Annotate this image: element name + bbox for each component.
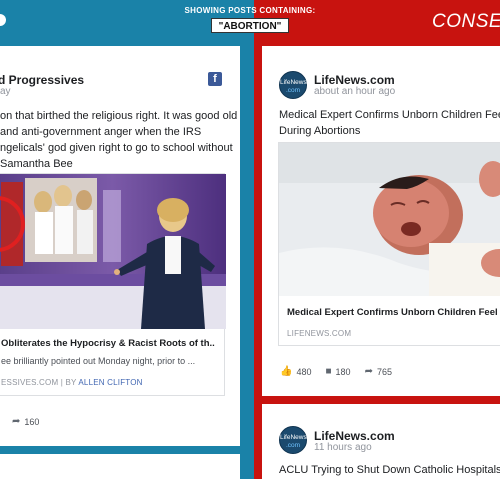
link-preview[interactable]: Medical Expert Confirms Unborn Children …	[278, 142, 500, 346]
share-count: 765	[376, 366, 392, 377]
post-timestamp[interactable]: about an hour ago	[314, 86, 395, 97]
post-source-name[interactable]: d Progressives	[0, 73, 84, 87]
comment-count: 180	[335, 366, 351, 377]
shares-stat[interactable]: ➦ 160	[12, 416, 39, 427]
next-liberal-card	[0, 454, 240, 479]
post-text-line: Samantha Bee	[0, 158, 73, 170]
post-text: ACLU Trying to Shut Down Catholic Hospit…	[279, 464, 500, 476]
avatar-label: LifeNews	[280, 434, 307, 441]
link-domain-text: ESSIVES.COM	[1, 378, 59, 387]
comment-icon: ■	[325, 366, 332, 377]
avatar-suffix: .com	[285, 87, 301, 94]
link-by-label: | BY	[60, 378, 77, 387]
lifenews-avatar[interactable]: LifeNews .com	[279, 71, 307, 99]
post-text: Medical Expert Confirms Unborn Children …	[279, 107, 500, 139]
post-stats: ➦ 160	[12, 416, 53, 427]
post-stats: 👍 480 ■ 180 ➦ 765	[280, 366, 406, 377]
comments-stat[interactable]: ■ 180	[325, 366, 350, 377]
avatar-suffix: .com	[285, 442, 301, 449]
post-source-name[interactable]: LifeNews.com	[314, 429, 395, 443]
link-title[interactable]: Medical Expert Confirms Unborn Children …	[287, 307, 500, 318]
liberal-post-card: d Progressives ay f on that birthed the …	[0, 46, 240, 446]
post-text: on that birthed the religious right. It …	[0, 108, 238, 172]
share-icon: ➦	[364, 366, 373, 377]
post-timestamp[interactable]: ay	[0, 86, 11, 97]
search-term-badge: "ABORTION"	[211, 18, 289, 33]
conservative-column-title: CONSER	[432, 11, 500, 32]
shares-stat[interactable]: ➦ 765	[365, 366, 392, 377]
conservative-post-card: LifeNews .com LifeNews.com 11 hours ago …	[262, 404, 500, 479]
post-timestamp[interactable]: 11 hours ago	[314, 442, 372, 453]
likes-stat[interactable]: 👍 480	[280, 366, 311, 377]
facebook-icon[interactable]: f	[208, 72, 222, 86]
link-preview-image	[279, 143, 500, 296]
link-domain: LIFENEWS.COM	[287, 329, 352, 338]
avatar-label: LifeNews	[280, 79, 307, 86]
post-text-line: Medical Expert Confirms Unborn Children …	[279, 109, 500, 121]
share-icon: ➦	[12, 416, 21, 427]
link-author[interactable]: ALLEN CLIFTON	[78, 378, 142, 387]
link-description: ee brilliantly pointed out Monday night,…	[1, 356, 196, 366]
post-source-name[interactable]: LifeNews.com	[314, 73, 395, 87]
link-domain: ESSIVES.COM | BY ALLEN CLIFTON	[1, 378, 143, 387]
lifenews-avatar[interactable]: LifeNews .com	[279, 426, 307, 454]
post-text-line: on that birthed the religious right. It …	[0, 110, 238, 122]
like-count: 480	[296, 366, 312, 377]
link-title[interactable]: Obliterates the Hypocrisy & Racist Roots…	[1, 338, 215, 349]
post-text-line: and anti-government anger when the IRS	[0, 126, 202, 138]
link-preview-image	[0, 174, 226, 329]
thumbs-up-icon: 👍	[280, 366, 293, 377]
post-text-line: During Abortions	[279, 125, 361, 137]
share-count: 160	[24, 416, 40, 427]
link-preview[interactable]: Obliterates the Hypocrisy & Racist Roots…	[0, 173, 226, 396]
logo-icon	[0, 14, 6, 26]
header-bar: SHOWING POSTS CONTAINING: "ABORTION" CON…	[0, 0, 500, 40]
post-text-line: ngelicals' god given right to go to scho…	[0, 142, 233, 154]
conservative-post-card: LifeNews .com LifeNews.com about an hour…	[262, 46, 500, 396]
showing-label: SHOWING POSTS CONTAINING:	[184, 6, 316, 15]
